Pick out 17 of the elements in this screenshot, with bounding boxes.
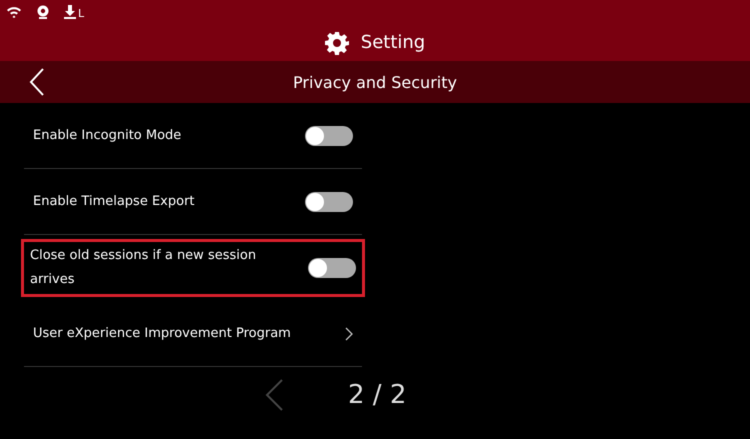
header-title: Setting [360,32,426,53]
setting-label: User eXperience Improvement Program [33,324,291,342]
page-indicator: 2 / 2 [348,380,406,410]
back-icon[interactable] [29,68,45,96]
setting-label: Close old sessions if a new session arrives [30,247,258,289]
chevron-right-icon[interactable] [345,326,353,340]
webcam-icon [36,5,50,19]
page-title: Privacy and Security [293,72,457,92]
setting-label: Enable Incognito Mode [33,126,182,144]
toggle-switch[interactable] [308,258,356,278]
wifi-icon [6,6,22,18]
settings-icon [324,30,349,54]
storage-label: L [78,8,84,19]
setting-label: Enable Timelapse Export [33,192,195,210]
toggle-switch[interactable] [305,126,353,146]
download-icon [64,5,76,19]
toggle-switch[interactable] [305,192,353,212]
